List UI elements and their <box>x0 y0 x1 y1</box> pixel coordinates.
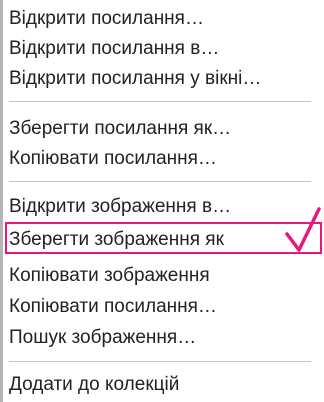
menu-left-border <box>0 0 3 402</box>
menu-item-copy-image-link[interactable]: Копіювати посилання… <box>9 292 217 322</box>
menu-item-open-link[interactable]: Відкрити посилання… <box>9 4 204 34</box>
menu-item-copy-image[interactable]: Копіювати зображення <box>9 261 210 291</box>
menu-item-copy-link[interactable]: Копіювати посилання… <box>9 144 217 174</box>
menu-separator <box>9 101 311 102</box>
menu-separator <box>9 361 311 362</box>
menu-item-search-image[interactable]: Пошук зображення… <box>9 323 196 353</box>
context-menu: Відкрити посилання… Відкрити посилання в… <box>0 0 324 402</box>
menu-item-add-to-collections[interactable]: Додати до колекцій <box>9 370 179 400</box>
selection-highlight-box <box>5 222 322 254</box>
menu-item-open-link-in[interactable]: Відкрити посилання в… <box>9 34 219 64</box>
menu-item-save-link-as[interactable]: Зберегти посилання як… <box>9 114 231 144</box>
menu-separator <box>9 181 311 182</box>
menu-item-open-image-in[interactable]: Відкрити зображення в… <box>9 192 231 222</box>
menu-item-open-link-in-window[interactable]: Відкрити посилання у вікні… <box>9 64 261 94</box>
checkmark-icon <box>285 207 321 252</box>
